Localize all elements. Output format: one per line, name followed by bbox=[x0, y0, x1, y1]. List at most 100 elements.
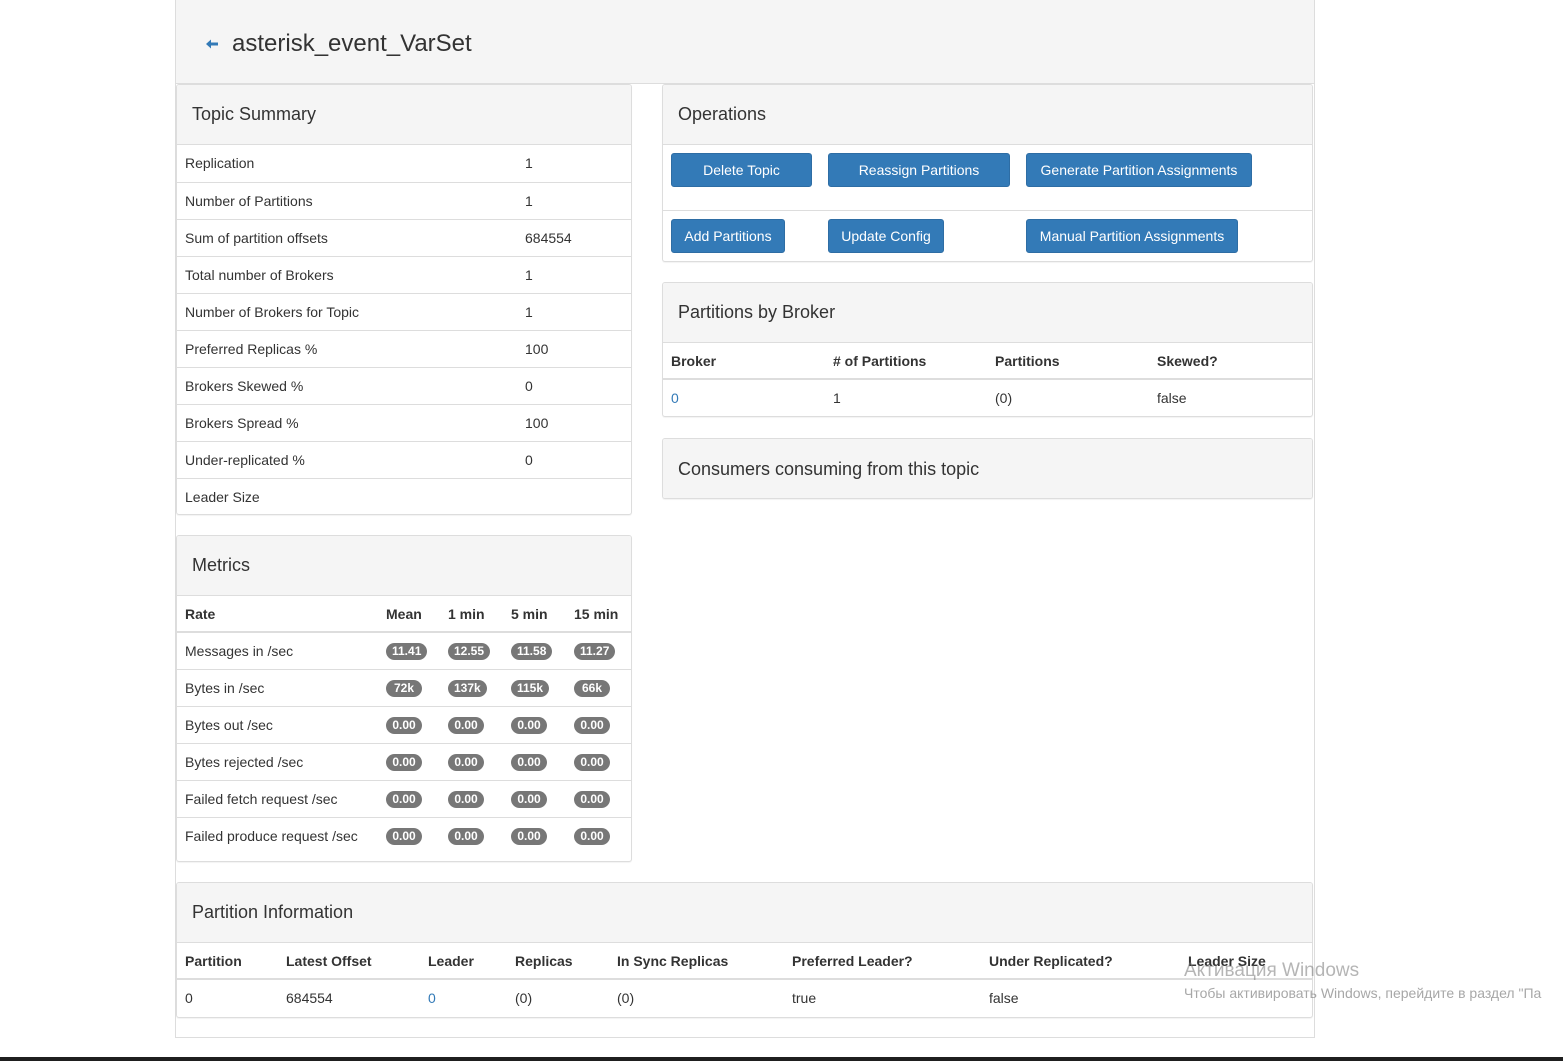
partition-under-replicated: false bbox=[989, 990, 1019, 1006]
metrics-header: Mean bbox=[378, 596, 440, 633]
metric-cell: 0.00 bbox=[378, 779, 440, 817]
taskbar-edge bbox=[0, 1057, 1563, 1061]
metric-badge: 72k bbox=[386, 679, 422, 697]
broker-skewed: false bbox=[1157, 390, 1187, 406]
broker-num-partitions: 1 bbox=[833, 390, 841, 406]
metric-cell: 0.00 bbox=[503, 705, 566, 743]
metric-badge: 11.41 bbox=[386, 642, 428, 660]
generate-partition-assignments-button[interactable]: Generate Partition Assignments bbox=[1026, 153, 1252, 187]
partition-row: 0 684554 0 (0) (0) true false bbox=[177, 979, 1312, 1016]
broker-table-header: Broker bbox=[663, 343, 825, 380]
metric-cell: 0.00 bbox=[503, 779, 566, 817]
summary-value bbox=[517, 477, 631, 514]
summary-value: 1 bbox=[517, 292, 631, 330]
metric-cell: 0.00 bbox=[440, 742, 503, 780]
summary-row: Preferred Replicas % 100 bbox=[177, 329, 631, 367]
partition-preferred-leader: true bbox=[792, 990, 817, 1006]
metrics-row: Failed fetch request /sec 0.00 0.00 0.00 0.0… bbox=[177, 779, 631, 817]
summary-label: Leader Size bbox=[177, 477, 517, 514]
metric-rate-label: Bytes in /sec bbox=[177, 668, 378, 706]
arrow-left-icon[interactable] bbox=[204, 36, 220, 52]
metric-cell: 0.00 bbox=[503, 742, 566, 780]
metrics-header: 1 min bbox=[440, 596, 503, 633]
partition-table-header: Partition bbox=[177, 943, 278, 980]
metrics-row: Failed produce request /sec 0.00 0.00 0.00 0… bbox=[177, 816, 631, 854]
metric-badge: 0.00 bbox=[574, 753, 610, 771]
partition-table-header: Leader bbox=[420, 943, 507, 980]
page-title: asterisk_event_VarSet bbox=[232, 30, 472, 57]
topic-summary-heading: Topic Summary bbox=[177, 85, 631, 145]
metrics-header: Rate bbox=[177, 596, 378, 633]
metric-rate-label: Failed produce request /sec bbox=[177, 816, 378, 854]
metrics-header: 15 min bbox=[566, 596, 631, 633]
partition-information-table: Partition Latest Offset Leader Replicas In S… bbox=[177, 943, 1312, 1016]
summary-row: Under-replicated % 0 bbox=[177, 440, 631, 478]
partition-information-heading: Partition Information bbox=[177, 883, 1312, 943]
summary-value: 0 bbox=[517, 366, 631, 404]
topic-summary-table: Replication 1 Number of Partitions 1 Sum of … bbox=[177, 145, 631, 514]
summary-value: 1 bbox=[517, 181, 631, 219]
metric-cell: 11.41 bbox=[378, 632, 440, 669]
consumers-panel: Consumers consuming from this topic bbox=[662, 438, 1313, 499]
reassign-partitions-button[interactable]: Reassign Partitions bbox=[828, 153, 1010, 187]
summary-value: 100 bbox=[517, 329, 631, 367]
partition-table-header: Preferred Leader? bbox=[784, 943, 981, 980]
partition-replicas: (0) bbox=[515, 990, 533, 1006]
metric-cell: 0.00 bbox=[440, 779, 503, 817]
metric-rate-label: Bytes out /sec bbox=[177, 705, 378, 743]
windows-activation-text: Чтобы активировать Windows, перейдите в … bbox=[1184, 985, 1542, 1001]
metric-cell: 66k bbox=[566, 668, 631, 706]
metric-badge: 0.00 bbox=[574, 790, 610, 808]
metric-badge: 66k bbox=[574, 679, 610, 697]
broker-row: 0 1 (0) false bbox=[663, 379, 1312, 416]
broker-table-header: # of Partitions bbox=[825, 343, 987, 380]
consumers-heading: Consumers consuming from this topic bbox=[663, 439, 1312, 498]
summary-value: 684554 bbox=[517, 218, 631, 256]
summary-label: Sum of partition offsets bbox=[177, 218, 517, 256]
metric-badge: 115k bbox=[511, 679, 550, 697]
summary-label: Number of Brokers for Topic bbox=[177, 292, 517, 330]
metric-cell: 0.00 bbox=[566, 816, 631, 854]
metrics-row: Bytes in /sec 72k 137k 115k 66k bbox=[177, 668, 631, 706]
metric-cell: 11.58 bbox=[503, 632, 566, 669]
metric-rate-label: Messages in /sec bbox=[185, 642, 294, 659]
metrics-header: 5 min bbox=[503, 596, 566, 633]
summary-label: Replication bbox=[185, 155, 255, 172]
summary-label: Number of Partitions bbox=[177, 181, 517, 219]
metrics-panel: Metrics Rate Mean 1 min 5 min 15 min Message… bbox=[176, 535, 632, 862]
topic-summary-panel: Topic Summary Replication 1 Number of Part… bbox=[176, 84, 632, 515]
metric-badge: 0.00 bbox=[511, 716, 547, 734]
metrics-row: Bytes rejected /sec 0.00 0.00 0.00 0.00 bbox=[177, 742, 631, 780]
add-partitions-button[interactable]: Add Partitions bbox=[671, 219, 785, 253]
metric-badge: 0.00 bbox=[386, 827, 422, 845]
summary-value: 0 bbox=[517, 440, 631, 478]
metric-badge: 0.00 bbox=[386, 716, 422, 734]
metric-cell: 0.00 bbox=[378, 705, 440, 743]
partition-table-header: Under Replicated? bbox=[981, 943, 1180, 980]
metric-cell: 72k bbox=[378, 668, 440, 706]
partition-leader-cell: 0 bbox=[420, 979, 507, 1016]
summary-row: Brokers Skewed % 0 bbox=[177, 366, 631, 404]
manual-partition-assignments-button[interactable]: Manual Partition Assignments bbox=[1026, 219, 1238, 253]
metric-cell: 0.00 bbox=[440, 816, 503, 854]
summary-label: Under-replicated % bbox=[177, 440, 517, 478]
partition-leader-link[interactable]: 0 bbox=[428, 990, 436, 1006]
delete-topic-button[interactable]: Delete Topic bbox=[671, 153, 812, 187]
windows-activation-title: Активация Windows bbox=[1184, 960, 1360, 981]
metric-cell: 11.27 bbox=[566, 632, 631, 669]
metric-badge: 11.27 bbox=[574, 642, 616, 660]
broker-link[interactable]: 0 bbox=[671, 390, 679, 406]
summary-row: Total number of Brokers 1 bbox=[177, 255, 631, 293]
metric-badge: 0.00 bbox=[574, 827, 610, 845]
metric-badge: 0.00 bbox=[574, 716, 610, 734]
summary-row: Leader Size bbox=[177, 477, 631, 514]
update-config-button[interactable]: Update Config bbox=[828, 219, 944, 253]
metrics-heading: Metrics bbox=[177, 536, 631, 596]
metric-cell: 0.00 bbox=[378, 742, 440, 780]
metric-cell: 115k bbox=[503, 668, 566, 706]
broker-partitions: (0) bbox=[995, 390, 1013, 406]
metric-cell: 0.00 bbox=[440, 705, 503, 743]
partition-id: 0 bbox=[185, 990, 193, 1006]
partitions-by-broker-panel: Partitions by Broker Broker # of Partitio… bbox=[662, 282, 1313, 417]
summary-label: Brokers Skewed % bbox=[177, 366, 517, 404]
